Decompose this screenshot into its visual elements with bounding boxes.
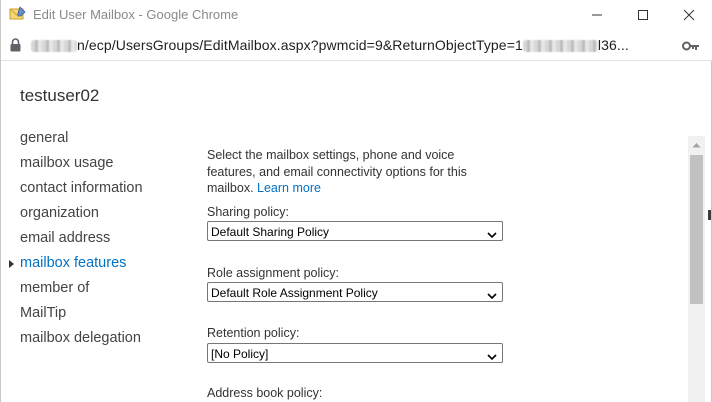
- address-book-policy-label: Address book policy:: [207, 386, 323, 400]
- role-assignment-policy-select[interactable]: Default Role Assignment Policy: [207, 282, 503, 302]
- mailbox-features-panel: Select the mailbox settings, phone and v…: [207, 147, 507, 400]
- chevron-down-icon: [487, 349, 497, 361]
- nav-label: contact information: [20, 180, 143, 196]
- redacted-host: [31, 40, 77, 53]
- intro-text: Select the mailbox settings, phone and v…: [207, 147, 497, 197]
- role-assignment-policy-label: Role assignment policy:: [207, 266, 340, 280]
- select-value: Default Role Assignment Policy: [211, 286, 378, 300]
- title-bar: Edit User Mailbox - Google Chrome: [1, 0, 712, 29]
- url-tail: l36...: [597, 37, 629, 53]
- envelope-edit-icon: [9, 6, 26, 21]
- nav-item-mailbox-features[interactable]: mailbox features: [9, 255, 143, 280]
- nav-label: member of: [20, 280, 90, 296]
- nav-item-contact-information[interactable]: contact information: [20, 180, 143, 205]
- intro-description: Select the mailbox settings, phone and v…: [207, 148, 467, 195]
- nav-label: mailbox features: [20, 255, 127, 271]
- retention-policy-label: Retention policy:: [207, 326, 300, 340]
- window-title: Edit User Mailbox - Google Chrome: [33, 7, 239, 22]
- redacted-id: [522, 40, 598, 53]
- close-button[interactable]: [666, 0, 712, 29]
- scrollbar-thumb[interactable]: [690, 155, 703, 304]
- key-icon[interactable]: [682, 39, 700, 51]
- lock-icon[interactable]: [10, 38, 21, 52]
- learn-more-link[interactable]: Learn more: [257, 181, 321, 195]
- nav-label: general: [20, 130, 69, 146]
- sharing-policy-label: Sharing policy:: [207, 205, 289, 219]
- url-text[interactable]: n/ecp/UsersGroups/EditMailbox.aspx?pwmci…: [31, 37, 629, 53]
- nav-label: MailTip: [20, 305, 67, 321]
- nav-label: email address: [20, 230, 111, 246]
- maximize-button[interactable]: [620, 0, 666, 29]
- url-visible-part: n/ecp/UsersGroups/EditMailbox.aspx?pwmci…: [77, 37, 523, 53]
- nav-item-mailtip[interactable]: MailTip: [20, 305, 143, 330]
- minimize-button[interactable]: [574, 0, 620, 29]
- nav-label: mailbox usage: [20, 155, 114, 171]
- nav-item-member-of[interactable]: member of: [20, 280, 143, 305]
- retention-policy-select[interactable]: [No Policy]: [207, 343, 503, 363]
- nav-label: organization: [20, 205, 99, 221]
- select-value: [No Policy]: [211, 347, 269, 361]
- browser-window: Edit User Mailbox - Google Chrome n/ecp/…: [0, 0, 712, 402]
- select-value: Default Sharing Policy: [211, 225, 330, 239]
- scroll-up-arrow-icon[interactable]: [688, 136, 705, 153]
- nav-label: mailbox delegation: [20, 330, 141, 346]
- nav-item-general[interactable]: general: [20, 130, 143, 155]
- window-edge-marker: [708, 210, 711, 220]
- chevron-down-icon: [487, 227, 497, 239]
- sharing-policy-select[interactable]: Default Sharing Policy: [207, 221, 503, 241]
- nav-item-mailbox-delegation[interactable]: mailbox delegation: [20, 330, 143, 355]
- sidebar-nav: general mailbox usage contact informatio…: [9, 130, 143, 355]
- vertical-scrollbar[interactable]: [688, 136, 705, 402]
- page-title: testuser02: [20, 86, 100, 105]
- nav-item-mailbox-usage[interactable]: mailbox usage: [20, 155, 143, 180]
- chevron-down-icon: [487, 288, 497, 300]
- nav-item-email-address[interactable]: email address: [20, 230, 143, 255]
- address-bar[interactable]: n/ecp/UsersGroups/EditMailbox.aspx?pwmci…: [1, 29, 712, 61]
- page-content: testuser02 general mailbox usage contact…: [1, 62, 712, 402]
- nav-item-organization[interactable]: organization: [20, 205, 143, 230]
- selected-arrow-icon: [9, 260, 14, 268]
